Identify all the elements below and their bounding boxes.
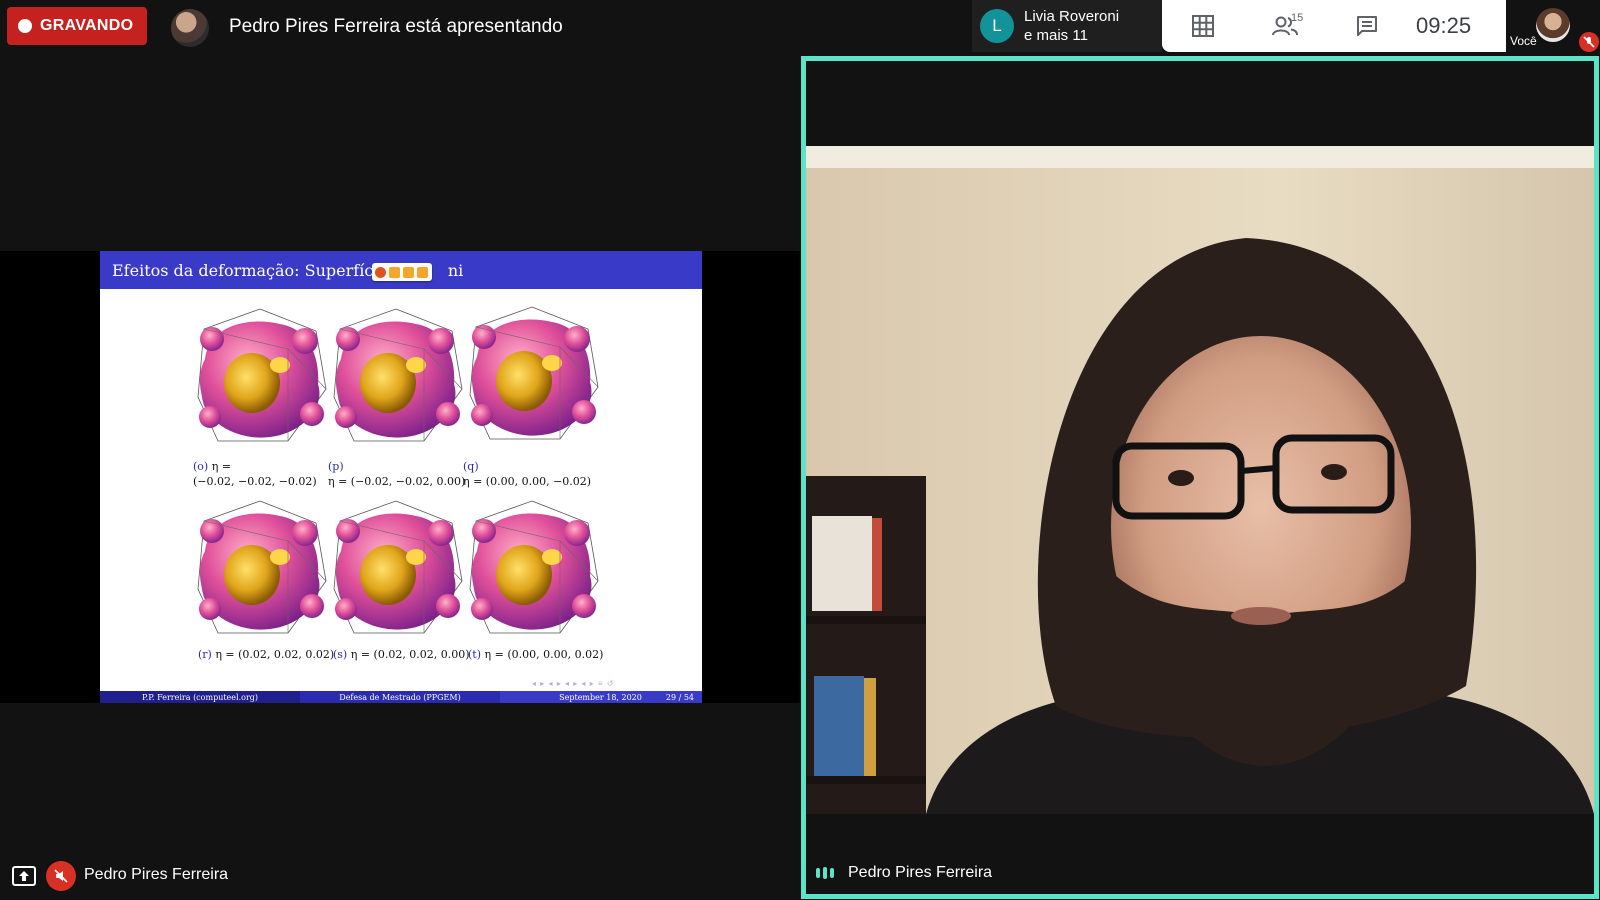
recording-badge[interactable]: GRAVANDO (7, 7, 147, 45)
mic-icon (403, 266, 414, 278)
slide: Efeitos da deformação: Superfície ni (o)… (100, 251, 702, 703)
speaker-tile[interactable]: Pedro Pires Ferreira (801, 56, 1599, 899)
presenter-name: Pedro Pires Ferreira (84, 866, 229, 883)
caption-r: (r) η = (0.02, 0.02, 0.02) (198, 648, 335, 661)
mic-off-icon (54, 869, 68, 883)
browser-icon (375, 266, 386, 278)
window-icon (417, 266, 428, 278)
footer-event: Defesa de Mestrado (PPGEM) (300, 691, 500, 703)
grid-icon (1192, 15, 1214, 37)
top-controls: 15 09:25 (1162, 0, 1506, 52)
presenter-avatar (171, 9, 209, 47)
speaking-indicator-icon (816, 867, 834, 879)
caption-p: (p) η = (−0.02, −0.02, 0.00) (328, 460, 466, 488)
camera-icon (389, 266, 400, 278)
caption-q: (q) η = (0.00, 0.00, −0.02) (463, 460, 592, 488)
meet-window: GRAVANDO Pedro Pires Ferreira está apres… (0, 0, 1600, 900)
participant-avatar: L (980, 9, 1014, 43)
self-label: Você (1510, 34, 1537, 48)
recording-label: GRAVANDO (40, 17, 134, 34)
slide-footer: P.P. Ferreira (computeel.org) Defesa de … (100, 691, 702, 703)
speaker-label: Pedro Pires Ferreira (816, 864, 992, 882)
speaker-name: Pedro Pires Ferreira (848, 864, 993, 881)
footer-author: P.P. Ferreira (computeel.org) (100, 691, 300, 703)
footer-page: 29 / 54 (665, 692, 694, 702)
footer-date-page: September 18, 2020 29 / 54 (500, 691, 702, 703)
self-avatar (1536, 8, 1570, 42)
present-screen-icon (12, 866, 36, 886)
extension-toolbar[interactable] (372, 263, 432, 281)
presenting-text: Pedro Pires Ferreira está apresentando (229, 16, 563, 37)
participant-name: Livia Roveroni (1024, 8, 1120, 25)
layout-button[interactable] (1162, 0, 1244, 52)
record-dot-icon (18, 19, 32, 33)
mic-off-badge (46, 861, 76, 891)
people-count: 15 (1291, 12, 1304, 24)
slide-title-bar: Efeitos da deformação: Superfície ni (100, 251, 702, 289)
footer-date: September 18, 2020 (559, 692, 642, 702)
caption-o: (o) η = (−0.02, −0.02, −0.02) (193, 460, 317, 488)
mic-off-icon (1579, 32, 1599, 52)
self-tile[interactable]: Você (1506, 0, 1600, 52)
caption-s: (s) η = (0.02, 0.02, 0.00) (333, 648, 470, 661)
caption-t: (t) η = (0.00, 0.00, 0.02) (468, 648, 604, 661)
participants-chip[interactable]: L Livia Roveroni e mais 11 (972, 0, 1162, 52)
participant-more: e mais 11 (1024, 27, 1088, 44)
screen-share[interactable]: Efeitos da deformação: Superfície ni (o)… (0, 251, 800, 703)
speaker-video (806, 146, 1594, 814)
people-button[interactable]: 15 (1244, 0, 1326, 52)
chat-button[interactable] (1326, 0, 1408, 52)
participants-text: Livia Roveroni e mais 11 (1024, 7, 1119, 45)
clock: 09:25 (1416, 13, 1472, 38)
chat-icon (1357, 16, 1377, 36)
beamer-nav-icons: ◂ ▸ ◂ ▸ ◂ ▸ ◂ ▸ ≡ ↺ (532, 679, 615, 688)
